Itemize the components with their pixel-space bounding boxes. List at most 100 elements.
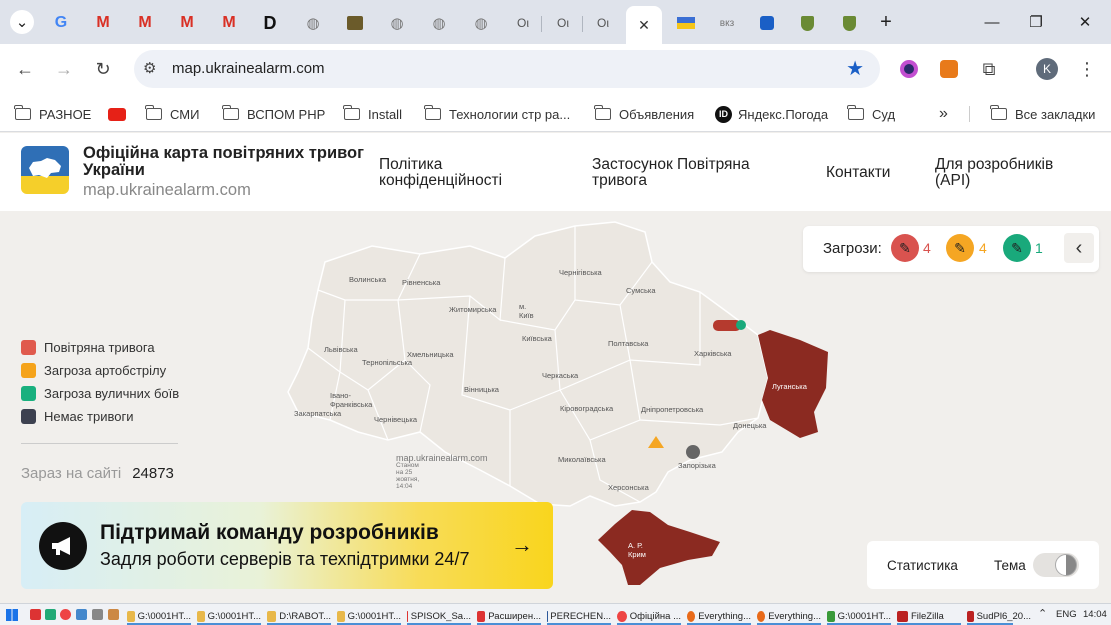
maximize-button[interactable]: ❐ [1024,10,1048,34]
site-title[interactable]: Офіційна карта повітряних тривог України [83,145,373,179]
nav-api[interactable]: Для розробників (API) [935,157,1085,189]
taskbar-item[interactable]: SPISOK_Sa... [407,608,471,624]
taskbar-label: G:\0001HT... [207,610,261,622]
tab-shield-1[interactable] [794,8,820,38]
tray-chevron-icon[interactable]: ⌃ [1038,607,1047,620]
url-text[interactable]: map.ukrainealarm.com [172,60,325,77]
forward-arrow-icon[interactable]: → [51,56,77,82]
extension-fox-icon[interactable] [936,56,962,82]
taskbar-item[interactable]: G:\0001HT... [827,608,891,624]
tab-globe-3[interactable]: ◍ [424,8,454,38]
missile-threat-icon[interactable]: ✎ [891,234,919,262]
extension-color-icon[interactable] [896,56,922,82]
tab-d[interactable]: D [255,8,285,38]
map-legend: Повітряна тривога Загроза артобстрілу За… [21,336,179,428]
taskbar-item[interactable]: PERECHEN... [547,608,611,624]
theme-toggle[interactable] [1033,553,1079,577]
gmail-icon: M [96,14,110,31]
all-bookmarks-folder[interactable]: Все закладки [990,102,1095,126]
pinned-chrome-icon[interactable] [60,609,71,620]
support-banner[interactable]: Підтримай команду розробників Задля робо… [21,502,553,589]
bookmark-folder-vspom[interactable]: ВСПОМ РНР [222,102,325,126]
shield-icon [842,15,856,31]
windows-start-icon[interactable] [6,609,18,621]
tab-shield-2[interactable] [836,8,862,38]
bookmark-folder-raznoe[interactable]: РАЗНОЕ [14,102,92,126]
bookmark-folder-sud[interactable]: Суд [847,102,896,126]
taskbar-item[interactable]: G:\0001HT... [337,608,401,624]
bookmark-folder-smi[interactable]: СМИ [145,102,199,126]
tab-oi-3[interactable]: Оι [588,8,618,38]
pinned-app-icon[interactable] [108,609,119,620]
statistics-link[interactable]: Статистика [887,558,958,573]
legend-item-street-fights: Загроза вуличних боїв [21,382,179,405]
close-tab-icon[interactable]: ✕ [638,17,650,34]
bookmarks-overflow-button[interactable]: » [939,102,948,126]
arrow-right-icon[interactable]: → [511,532,533,558]
bookmark-label: РАЗНОЕ [39,106,92,122]
street-fight-threat-icon[interactable]: ✎ [1003,234,1031,262]
extensions-puzzle-icon[interactable]: ⧉ [976,56,1002,82]
tab-oi-2[interactable]: Оι [548,8,578,38]
close-window-button[interactable]: ✕ [1073,10,1097,34]
taskbar-item[interactable]: D:\RABOT... [267,608,331,624]
profile-avatar[interactable]: K [1034,56,1060,82]
taskbar-item-active[interactable]: Офіційна ... [617,608,681,624]
taskbar-label: Офіційна ... [629,610,681,622]
minimize-button[interactable]: — [980,10,1004,34]
taskbar-item[interactable]: Everything... [757,608,821,624]
tab-globe-2[interactable]: ◍ [382,8,412,38]
pinned-app-icon[interactable] [45,609,56,620]
bookmark-star-icon[interactable]: ★ [846,56,864,81]
bookmark-yandex-weather[interactable]: ID Яндекс.Погода [715,102,828,126]
region-label-ivano-frankivsk: Івано-Франківська [330,391,373,409]
taskbar-item[interactable]: G:\0001HT... [197,608,261,624]
taskbar-item[interactable]: G:\0001HT... [127,608,191,624]
collapse-chevron-icon[interactable]: ‹ [1064,233,1094,263]
tab-gmail-1[interactable]: M [88,8,118,38]
new-tab-button[interactable]: + [874,10,898,34]
taskbar-label: FileZilla [911,610,944,622]
reload-icon[interactable]: ↻ [90,56,116,82]
bookmark-folder-install[interactable]: Install [343,102,402,126]
taskbar-item[interactable]: SudPl6_20... [967,608,1031,624]
legend-swatch [21,386,36,401]
taskbar-item[interactable]: Everything... [687,608,751,624]
tab-ukraine-flag[interactable] [672,8,700,38]
artillery-threat-icon[interactable]: ✎ [946,234,974,262]
nav-app[interactable]: Застосунок Повітряна тривога [592,157,782,189]
tab-google[interactable]: G [46,8,76,38]
tab-bank[interactable] [340,8,370,38]
taskbar-clock[interactable]: 14:04 [1083,609,1107,620]
tab-search-button[interactable]: ⌄ [10,10,34,34]
tab-puzzle[interactable] [754,8,780,38]
back-arrow-icon[interactable]: ← [12,56,38,82]
tab-gmail-3[interactable]: M [172,8,202,38]
pinned-app-icon[interactable] [92,609,103,620]
browser-menu-icon[interactable]: ⋮ [1074,56,1100,82]
nav-contacts[interactable]: Контакти [826,165,890,181]
pinned-app-icon[interactable] [76,609,87,620]
bookmarks-bar: РАЗНОЕ СМИ ВСПОМ РНР Install Технологии … [0,96,1111,132]
tab-gmail-4[interactable]: M [214,8,244,38]
bookmark-label: Технологии стр ра... [449,106,571,122]
taskbar-language[interactable]: ENG [1056,609,1077,620]
legend-swatch [21,409,36,424]
site-settings-icon[interactable]: ⚙ [143,59,156,77]
taskbar-item[interactable]: Расширен... [477,608,541,624]
bookmark-youtube[interactable] [108,102,126,126]
tab-gmail-2[interactable]: M [130,8,160,38]
tab-globe-4[interactable]: ◍ [466,8,496,38]
nav-privacy-policy[interactable]: Політика конфіденційності [379,157,549,189]
tab-oi-1[interactable]: Оι [508,8,538,38]
taskbar-item[interactable]: FileZilla [897,608,961,624]
tab-active[interactable]: ✕ [626,6,662,44]
bookmark-folder-tech[interactable]: Технологии стр ра... [424,102,571,126]
tab-globe-1[interactable]: ◍ [298,8,328,38]
address-bar[interactable]: ⚙ map.ukrainealarm.com ★ [134,50,880,88]
tab-vkz[interactable]: вкз [712,8,742,38]
pinned-app-icon[interactable] [30,609,41,620]
bookmark-folder-ads[interactable]: Объявления [594,102,694,126]
site-logo[interactable] [21,146,69,194]
bookmark-label: Суд [872,106,896,122]
